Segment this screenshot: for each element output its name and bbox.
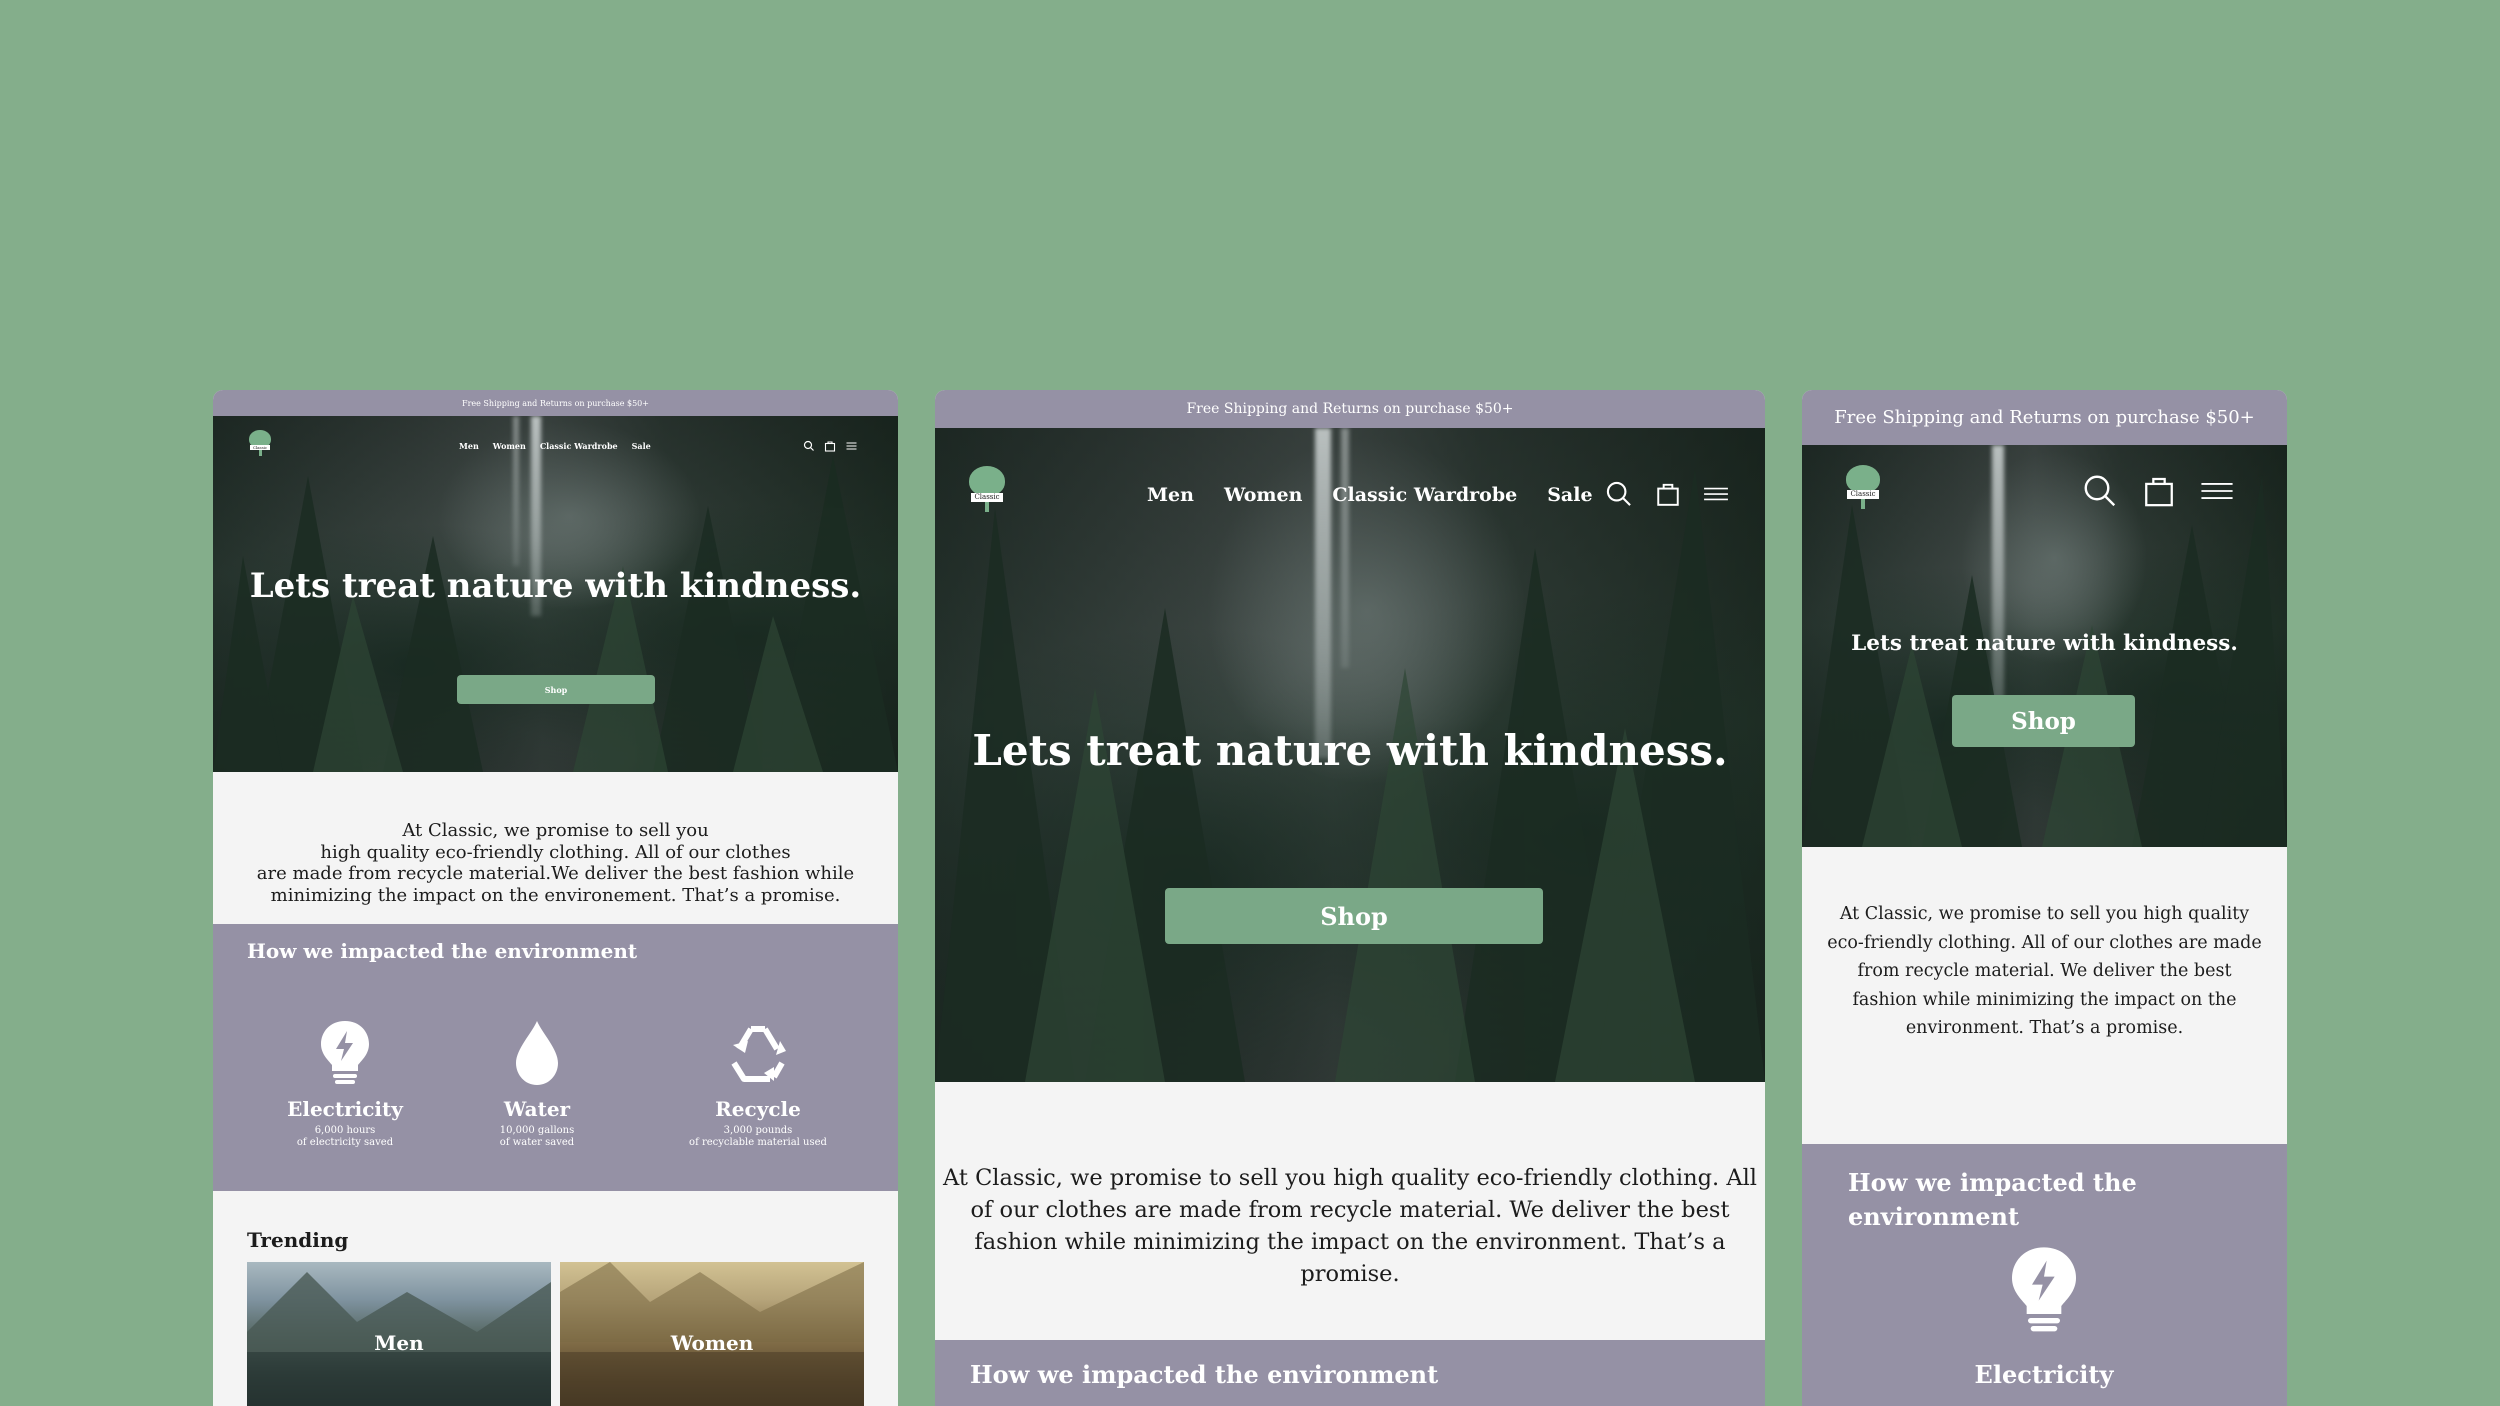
stat-recycle: Recycle 3,000 pounds of recyclable mater… — [668, 1019, 848, 1148]
shop-button[interactable]: Shop — [457, 675, 655, 704]
main-nav: Men Women Classic Wardrobe Sale — [1147, 484, 1593, 506]
hero-title: Lets treat nature with kindness. — [972, 726, 1728, 775]
promo-bar: Free Shipping and Returns on purchase $5… — [213, 390, 898, 416]
nav-sale[interactable]: Sale — [632, 441, 651, 451]
nav-men[interactable]: Men — [1147, 484, 1194, 506]
trending-card-women[interactable]: Women — [560, 1262, 864, 1406]
tree-logo-icon — [1846, 465, 1880, 493]
water-drop-icon — [516, 1021, 558, 1085]
mobile-preview: Free Shipping and Returns on purchase $5… — [1802, 390, 2287, 1406]
impact-title: How we impacted the environment — [970, 1360, 1439, 1389]
search-icon[interactable] — [1605, 480, 1633, 508]
hero-title: Lets treat nature with kindness. — [1851, 631, 2238, 656]
promise-text: At Classic, we promise to sell you high … — [256, 820, 855, 906]
impact-title: How we impacted the environment — [247, 939, 638, 963]
hero-section: Classic Men Women Classic Wardrobe Sale … — [213, 416, 898, 772]
search-icon[interactable] — [803, 440, 815, 452]
trending-title: Trending — [247, 1228, 349, 1252]
impact-section: How we impacted the environment Electric… — [213, 924, 898, 1191]
impact-section: How we impacted the environment Electric… — [1802, 1144, 2287, 1406]
impact-section: How we impacted the environment — [935, 1340, 1765, 1406]
shopping-bag-icon[interactable] — [2142, 474, 2176, 508]
stat-electricity: Electricity — [1964, 1244, 2124, 1389]
menu-icon[interactable] — [2200, 474, 2234, 508]
promo-bar: Free Shipping and Returns on purchase $5… — [1802, 390, 2287, 445]
nav-classic-wardrobe[interactable]: Classic Wardrobe — [1332, 484, 1517, 506]
nav-women[interactable]: Women — [493, 441, 526, 451]
shop-button[interactable]: Shop — [1165, 888, 1543, 944]
header-icons — [2082, 473, 2234, 509]
menu-icon[interactable] — [845, 440, 858, 452]
search-icon[interactable] — [2082, 473, 2118, 509]
nav-sale[interactable]: Sale — [1547, 484, 1592, 506]
desktop-preview: Free Shipping and Returns on purchase $5… — [213, 390, 898, 1406]
menu-icon[interactable] — [1703, 481, 1729, 507]
stat-water: Water 10,000 gallons of water saved — [467, 1019, 607, 1148]
lightbulb-icon — [321, 1021, 369, 1084]
main-nav: Men Women Classic Wardrobe Sale — [459, 441, 651, 451]
logo[interactable]: Classic — [1846, 465, 1880, 510]
logo[interactable]: Classic — [969, 466, 1005, 513]
shopping-bag-icon[interactable] — [1655, 481, 1681, 507]
trending-card-men[interactable]: Men — [247, 1262, 551, 1406]
tablet-preview: Free Shipping and Returns on purchase $5… — [935, 390, 1765, 1406]
shop-button[interactable]: Shop — [1952, 695, 2135, 747]
nav-women[interactable]: Women — [1224, 484, 1302, 506]
nav-men[interactable]: Men — [459, 441, 479, 451]
logo[interactable]: Classic — [249, 430, 271, 457]
hero-section: Classic Lets treat nature with kindness.… — [1802, 445, 2287, 847]
tree-logo-icon — [969, 466, 1005, 496]
header-icons — [803, 440, 858, 452]
promise-text: At Classic, we promise to sell you high … — [1827, 904, 2262, 1038]
promo-bar: Free Shipping and Returns on purchase $5… — [935, 390, 1765, 428]
hero-title: Lets treat nature with kindness. — [249, 566, 862, 606]
promise-text: At Classic, we promise to sell you high … — [943, 1165, 1757, 1287]
hero-section: Classic Men Women Classic Wardrobe Sale … — [935, 428, 1765, 1082]
shopping-bag-icon[interactable] — [824, 440, 836, 452]
stat-electricity: Electricity 6,000 hours of electricity s… — [275, 1019, 415, 1148]
recycle-icon — [731, 1026, 786, 1082]
header-icons — [1605, 480, 1729, 508]
lightbulb-icon — [2012, 1247, 2076, 1332]
impact-title: How we impacted the environment — [1848, 1168, 2137, 1231]
nav-classic-wardrobe[interactable]: Classic Wardrobe — [540, 441, 618, 451]
